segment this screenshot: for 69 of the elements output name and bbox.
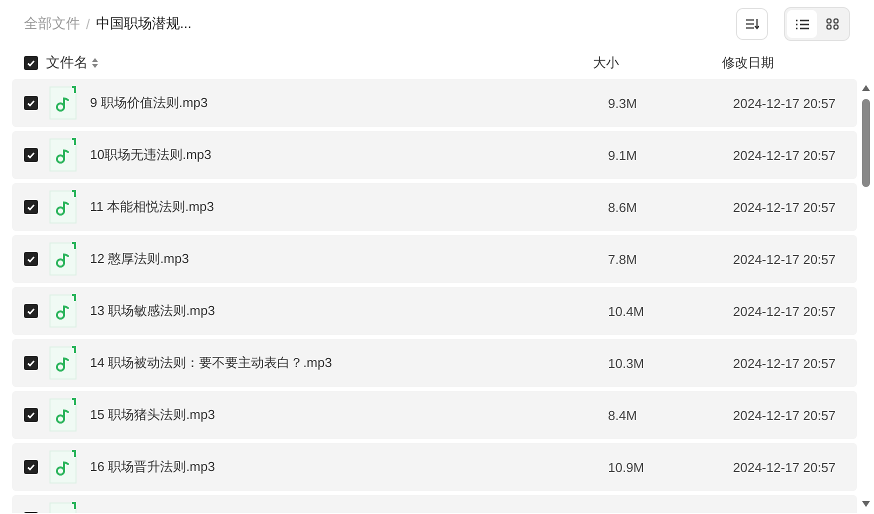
checkmark-icon <box>27 152 35 158</box>
audio-file-icon <box>49 86 77 120</box>
file-row[interactable]: 11 本能相悦法则.mp3 8.6M 2024-12-17 20:57 <box>12 183 857 231</box>
checkbox[interactable] <box>24 56 38 70</box>
file-name: 13 职场敏感法则.mp3 <box>90 302 215 320</box>
checkbox[interactable] <box>24 200 38 214</box>
file-size: 10.9M <box>608 460 644 474</box>
modified-date: 2024-12-17 20:57 <box>733 96 836 110</box>
checkmark-icon <box>27 360 35 366</box>
modified-date: 2024-12-17 20:57 <box>733 356 836 370</box>
modified-date: 2024-12-17 20:57 <box>733 408 836 422</box>
audio-file-icon <box>49 346 77 380</box>
checkmark-icon <box>27 256 35 262</box>
list-icon <box>796 18 808 30</box>
audio-file-icon <box>49 242 77 276</box>
file-row[interactable]: 15 职场猪头法则.mp3 8.4M 2024-12-17 20:57 <box>12 391 857 439</box>
checkbox[interactable] <box>24 460 38 474</box>
audio-file-icon <box>49 450 77 484</box>
sort-button[interactable] <box>736 8 768 40</box>
modified-date: 2024-12-17 20:57 <box>733 148 836 162</box>
file-row[interactable]: 13 职场敏感法则.mp3 10.4M 2024-12-17 20:57 <box>12 287 857 335</box>
file-size: 10.3M <box>608 356 644 370</box>
checkbox[interactable] <box>24 148 38 162</box>
modified-date: 2024-12-17 20:57 <box>733 252 836 266</box>
file-row[interactable]: 16 职场晋升法则.mp3 10.9M 2024-12-17 20:57 <box>12 443 857 491</box>
checkmark-icon <box>27 308 35 314</box>
file-name: 9 职场价值法则.mp3 <box>90 94 208 112</box>
audio-file-icon <box>49 138 77 172</box>
file-row[interactable]: 12 憨厚法则.mp3 7.8M 2024-12-17 20:57 <box>12 235 857 283</box>
column-header[interactable]: 文件名 <box>46 54 88 72</box>
file-row[interactable]: 14 职场被动法则：要不要主动表白？.mp3 10.3M 2024-12-17 20:57 <box>12 339 857 387</box>
checkbox[interactable] <box>24 304 38 318</box>
file-size: 10.4M <box>608 304 644 318</box>
breadcrumb-separator: / <box>86 16 90 32</box>
audio-file-icon <box>49 294 77 328</box>
file-name: 14 职场被动法则：要不要主动表白？.mp3 <box>90 354 332 372</box>
checkbox[interactable] <box>24 356 38 370</box>
audio-file-icon <box>49 398 77 432</box>
file-name: 10职场无违法则.mp3 <box>90 146 212 164</box>
checkmark-icon <box>27 464 35 470</box>
file-name: 16 职场晋升法则.mp3 <box>90 458 215 476</box>
sort-arrows-icon[interactable] <box>92 58 98 68</box>
modified-date: 2024-12-17 20:57 <box>733 460 836 474</box>
file-row[interactable]: 9 职场价值法则.mp3 9.3M 2024-12-17 20:57 <box>12 79 857 127</box>
modified-date: 2024-12-17 20:57 <box>733 304 836 318</box>
sort-icon <box>745 18 759 30</box>
file-name: 12 憨厚法则.mp3 <box>90 250 189 268</box>
checkbox[interactable] <box>24 96 38 110</box>
audio-file-icon <box>49 190 77 224</box>
checkmark-icon <box>27 204 35 210</box>
file-name: 11 本能相悦法则.mp3 <box>90 198 214 216</box>
checkbox[interactable] <box>24 408 38 422</box>
file-size: 9.3M <box>608 96 637 110</box>
column-header[interactable]: 修改日期 <box>718 54 846 72</box>
breadcrumb-link[interactable]: 中国职场潜规... <box>96 15 192 33</box>
file-size: 9.1M <box>608 148 637 162</box>
file-row[interactable]: 10职场无违法则.mp3 9.1M 2024-12-17 20:57 <box>12 131 857 179</box>
grid-icon <box>826 18 838 30</box>
file-name: 15 职场猪头法则.mp3 <box>90 406 215 424</box>
checkmark-icon <box>27 60 35 66</box>
list-view-button[interactable] <box>787 10 817 38</box>
file-size: 8.6M <box>608 200 637 214</box>
checkmark-icon <box>27 412 35 418</box>
file-size: 8.4M <box>608 408 637 422</box>
checkmark-icon <box>27 100 35 106</box>
checkbox[interactable] <box>24 252 38 266</box>
column-header[interactable]: 大小 <box>590 54 718 72</box>
file-size: 7.8M <box>608 252 637 266</box>
modified-date: 2024-12-17 20:57 <box>733 200 836 214</box>
